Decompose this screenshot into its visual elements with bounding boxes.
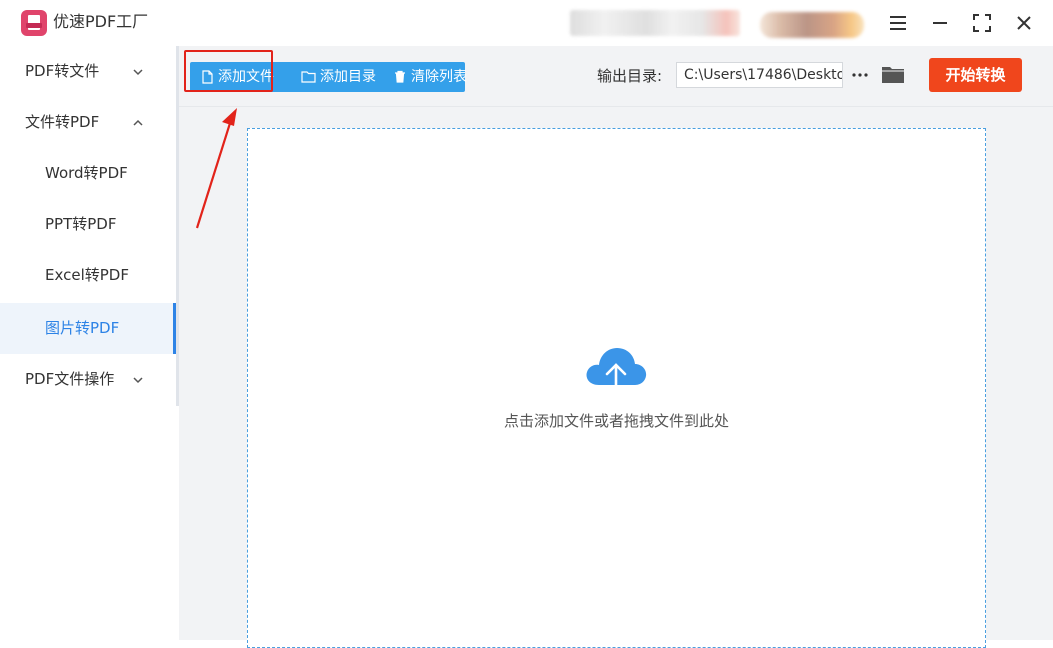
sidebar-item-ppt-to-pdf[interactable]: PPT转PDF (0, 199, 176, 250)
sidebar-item-pdf-operations[interactable]: PDF文件操作 (0, 354, 176, 405)
sidebar-item-file-to-pdf[interactable]: 文件转PDF (0, 97, 176, 148)
more-dots-icon[interactable] (851, 66, 869, 84)
drop-zone-hint: 点击添加文件或者拖拽文件到此处 (503, 412, 729, 430)
sidebar-item-word-to-pdf[interactable]: Word转PDF (0, 148, 176, 199)
title-bar: 优速PDF工厂 (0, 0, 1053, 46)
chevron-down-icon (133, 377, 143, 384)
hamburger-menu-icon[interactable] (883, 8, 913, 38)
sidebar-item-label: Excel转PDF (45, 266, 129, 284)
sidebar-item-pdf-to-file[interactable]: PDF转文件 (0, 46, 176, 97)
maximize-icon[interactable] (967, 8, 997, 38)
cloud-upload-icon (586, 348, 647, 401)
toolbar-divider (179, 106, 1053, 107)
app-title: 优速PDF工厂 (53, 12, 149, 31)
output-dir-label: 输出目录: (597, 67, 663, 85)
sidebar-item-excel-to-pdf[interactable]: Excel转PDF (0, 250, 176, 301)
output-path-field[interactable]: C:\Users\17486\Desktop (676, 62, 843, 88)
sidebar-item-label: 文件转PDF (25, 113, 100, 131)
blurred-user-info (570, 10, 740, 36)
sidebar-item-image-to-pdf[interactable]: 图片转PDF (0, 303, 176, 354)
main-panel: 添加文件 添加目录 清除列表 输出目录: C:\Users\17486\Desk… (179, 46, 1053, 648)
red-pointer-arrow-icon (195, 108, 237, 229)
sidebar-item-label: 图片转PDF (45, 319, 120, 337)
minimize-icon[interactable] (925, 8, 955, 38)
add-folder-label: 添加目录 (320, 69, 376, 85)
blurred-vip-badge[interactable] (760, 12, 864, 38)
sidebar-item-label: PDF转文件 (25, 62, 100, 80)
trash-icon (395, 70, 405, 83)
folder-outline-icon (301, 71, 316, 83)
highlight-box (184, 50, 273, 92)
sidebar-item-label: Word转PDF (45, 164, 128, 182)
file-drop-zone[interactable]: 点击添加文件或者拖拽文件到此处 (247, 128, 986, 648)
chevron-down-icon (133, 69, 143, 76)
sidebar-item-label: PDF文件操作 (25, 370, 115, 388)
folder-icon[interactable] (881, 63, 905, 85)
start-convert-button[interactable]: 开始转换 (929, 58, 1022, 92)
clear-list-button[interactable]: 清除列表 (384, 62, 467, 92)
sidebar: PDF转文件 文件转PDF Word转PDF PPT转PDF Excel转PDF… (0, 46, 179, 640)
sidebar-item-label: PPT转PDF (45, 215, 117, 233)
close-icon[interactable] (1009, 8, 1039, 38)
add-folder-button[interactable]: 添加目录 (290, 62, 378, 92)
app-logo-icon (21, 10, 47, 36)
clear-list-label: 清除列表 (411, 69, 467, 85)
chevron-up-icon (133, 119, 143, 126)
